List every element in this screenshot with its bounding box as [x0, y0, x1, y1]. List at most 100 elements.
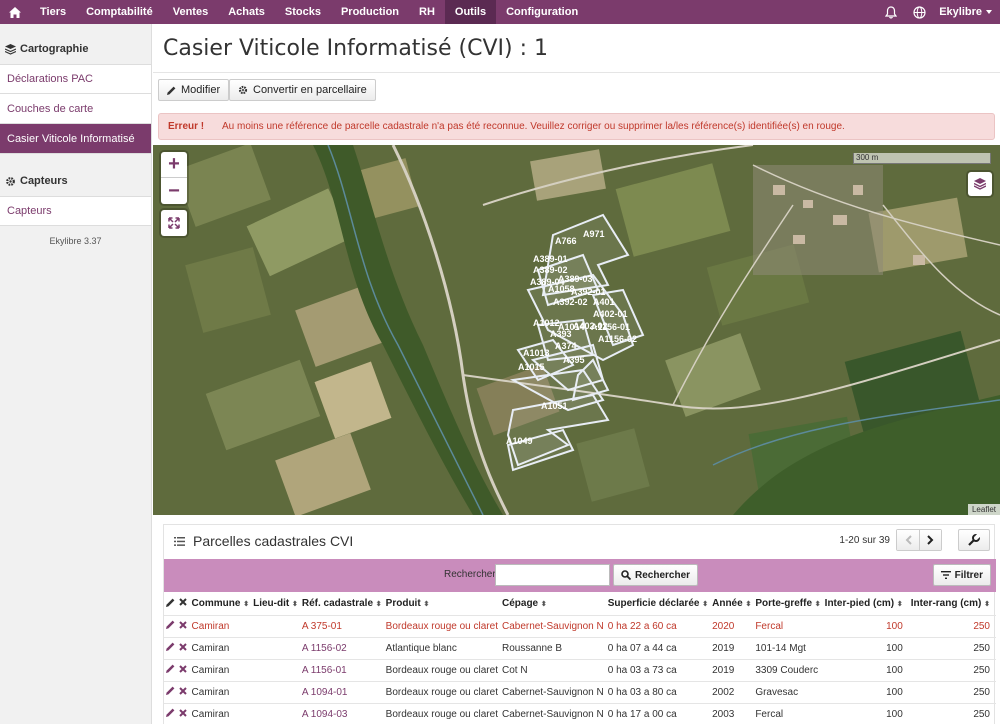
column-header-porte-greffe[interactable]: Porte-greffe ⬍	[753, 593, 822, 615]
user-menu[interactable]: Ekylibre	[933, 6, 1000, 18]
cell-ref[interactable]: A 375-01	[299, 614, 384, 637]
cell-commune: Camiran	[189, 636, 252, 659]
cell-porte-greffe: Fercal	[753, 702, 823, 724]
delete-row-button[interactable]	[177, 658, 190, 681]
home-icon[interactable]	[0, 0, 30, 24]
cell-porte-greffe: 3309 Couderc	[753, 658, 823, 681]
map[interactable]: A971 A766 A389-01 A389-02 A389-03 A389-0…	[153, 145, 1000, 515]
sidebar-item-couches-de-carte[interactable]: Couches de carte	[0, 94, 151, 124]
column-header-superficie[interactable]: Superficie déclarée ⬍	[606, 593, 710, 615]
sidebar-item-cvi[interactable]: Casier Viticole Informatisé	[0, 124, 151, 154]
zoom-control: + −	[161, 152, 187, 204]
settings-button[interactable]	[958, 529, 990, 551]
table-row[interactable]: Camiran A 1094-01 Bordeaux rouge ou clar…	[164, 680, 996, 703]
cell-commune: Camiran	[189, 702, 252, 724]
map-scale: 300 m	[853, 153, 991, 164]
alert-label: Erreur !	[168, 121, 205, 132]
delete-row-button[interactable]	[177, 702, 190, 724]
cell-commune: Camiran	[189, 658, 252, 681]
cell-annee: 2020	[710, 614, 754, 637]
table-row[interactable]: Camiran A 1156-02 Atlantique blanc Rouss…	[164, 636, 996, 659]
parcel-label: A402-01	[593, 309, 628, 319]
zoom-out-button[interactable]: −	[161, 178, 187, 204]
pencil-icon	[167, 86, 176, 95]
globe-icon[interactable]	[905, 0, 933, 24]
prev-page-button[interactable]	[897, 530, 919, 550]
delete-row-button[interactable]	[177, 636, 190, 659]
nav-item-rh[interactable]: RH	[409, 0, 445, 24]
cell-ref[interactable]: A 1156-02	[299, 636, 384, 659]
panel-title: Parcelles cadastrales CVI	[193, 533, 354, 549]
table-row[interactable]: Camiran A 375-01 Bordeaux rouge ou clare…	[164, 614, 996, 637]
column-header-ref[interactable]: Réf. cadastrale ⬍	[300, 593, 384, 615]
cell-ref[interactable]: A 1094-03	[299, 702, 384, 724]
pencil-icon	[166, 708, 175, 718]
search-input[interactable]	[495, 564, 610, 586]
column-header-commune[interactable]: Commune ⬍	[190, 593, 252, 615]
layers-button[interactable]	[968, 172, 992, 196]
cell-superficie: 0 ha 03 a 80 ca	[605, 680, 711, 703]
cell-inter-pied: 100	[822, 614, 909, 637]
nav-item-production[interactable]: Production	[331, 0, 409, 24]
filter-button[interactable]: Filtrer	[932, 564, 991, 586]
edit-row-button[interactable]	[164, 702, 178, 724]
edit-row-button[interactable]	[164, 680, 178, 703]
parcel-label: A1156-01	[591, 322, 630, 332]
close-icon	[179, 664, 188, 673]
edit-row-button[interactable]	[164, 614, 178, 637]
delete-row-button[interactable]	[177, 614, 190, 637]
table-row[interactable]: Camiran A 1094-03 Bordeaux rouge ou clar…	[164, 702, 996, 724]
user-name: Ekylibre	[939, 6, 982, 18]
cell-ref[interactable]: A 1094-01	[299, 680, 384, 703]
nav-item-stocks[interactable]: Stocks	[275, 0, 331, 24]
zoom-in-button[interactable]: +	[161, 152, 187, 178]
parcel-label: A393	[550, 329, 572, 339]
nav-item-configuration[interactable]: Configuration	[496, 0, 588, 24]
parcel-label: A395	[563, 355, 585, 365]
cell-inter-rang: 250	[908, 658, 996, 681]
cell-annee: 2002	[710, 680, 754, 703]
column-header-lieu-dit[interactable]: Lieu-dit ⬍	[251, 593, 300, 615]
cell-commune: Camiran	[189, 614, 252, 637]
sort-icon: ⬍	[702, 601, 709, 609]
column-header-annee[interactable]: Année ⬍	[710, 593, 753, 615]
cell-superficie: 0 ha 03 a 73 ca	[605, 658, 711, 681]
cell-inter-rang: 250	[908, 614, 996, 637]
nav-item-achats[interactable]: Achats	[218, 0, 275, 24]
edit-row-button[interactable]	[164, 658, 178, 681]
close-icon	[179, 686, 188, 695]
table-row[interactable]: Camiran A 1156-01 Bordeaux rouge ou clar…	[164, 658, 996, 681]
close-icon	[179, 598, 188, 606]
delete-row-button[interactable]	[177, 680, 190, 703]
sidebar-section-cartographie: Cartographie	[0, 34, 151, 64]
bell-icon[interactable]	[877, 0, 905, 24]
cell-lieu-dit	[251, 658, 300, 681]
cell-produit: Bordeaux rouge ou claret	[383, 702, 500, 724]
wrench-icon	[968, 534, 980, 546]
edit-row-button[interactable]	[164, 636, 178, 659]
cell-ref[interactable]: A 1156-01	[299, 658, 384, 681]
pencil-icon	[166, 620, 175, 629]
convert-button[interactable]: Convertir en parcellaire	[229, 79, 376, 101]
next-page-button[interactable]	[919, 530, 941, 550]
pencil-icon	[166, 642, 175, 651]
nav-item-tiers[interactable]: Tiers	[30, 0, 76, 24]
nav-item-outils[interactable]: Outils	[444, 0, 497, 24]
edit-button[interactable]: Modifier	[158, 79, 230, 101]
search-button[interactable]: Rechercher	[613, 564, 699, 586]
nav-item-comptabilite[interactable]: Comptabilité	[76, 0, 163, 24]
column-header-inter-rang[interactable]: Inter-rang (cm) ⬍	[909, 593, 996, 615]
parcels-panel: Parcelles cadastrales CVI 1-20 sur 39 Re…	[163, 524, 996, 724]
column-header-inter-pied[interactable]: Inter-pied (cm) ⬍	[823, 593, 909, 615]
parcel-label: A389-01	[533, 254, 568, 264]
top-navbar: Tiers Comptabilité Ventes Achats Stocks …	[0, 0, 1000, 24]
nav-item-ventes[interactable]: Ventes	[163, 0, 218, 24]
sidebar-item-capteurs[interactable]: Capteurs	[0, 196, 151, 226]
cell-lieu-dit	[251, 702, 300, 724]
column-header-cepage[interactable]: Cépage ⬍	[500, 593, 606, 615]
sidebar-item-declarations-pac[interactable]: Déclarations PAC	[0, 64, 151, 94]
cell-inter-pied: 100	[822, 658, 909, 681]
fullscreen-button[interactable]	[161, 210, 187, 236]
column-header-produit[interactable]: Produit ⬍	[384, 593, 500, 615]
map-attribution[interactable]: Leaflet	[967, 504, 1000, 515]
